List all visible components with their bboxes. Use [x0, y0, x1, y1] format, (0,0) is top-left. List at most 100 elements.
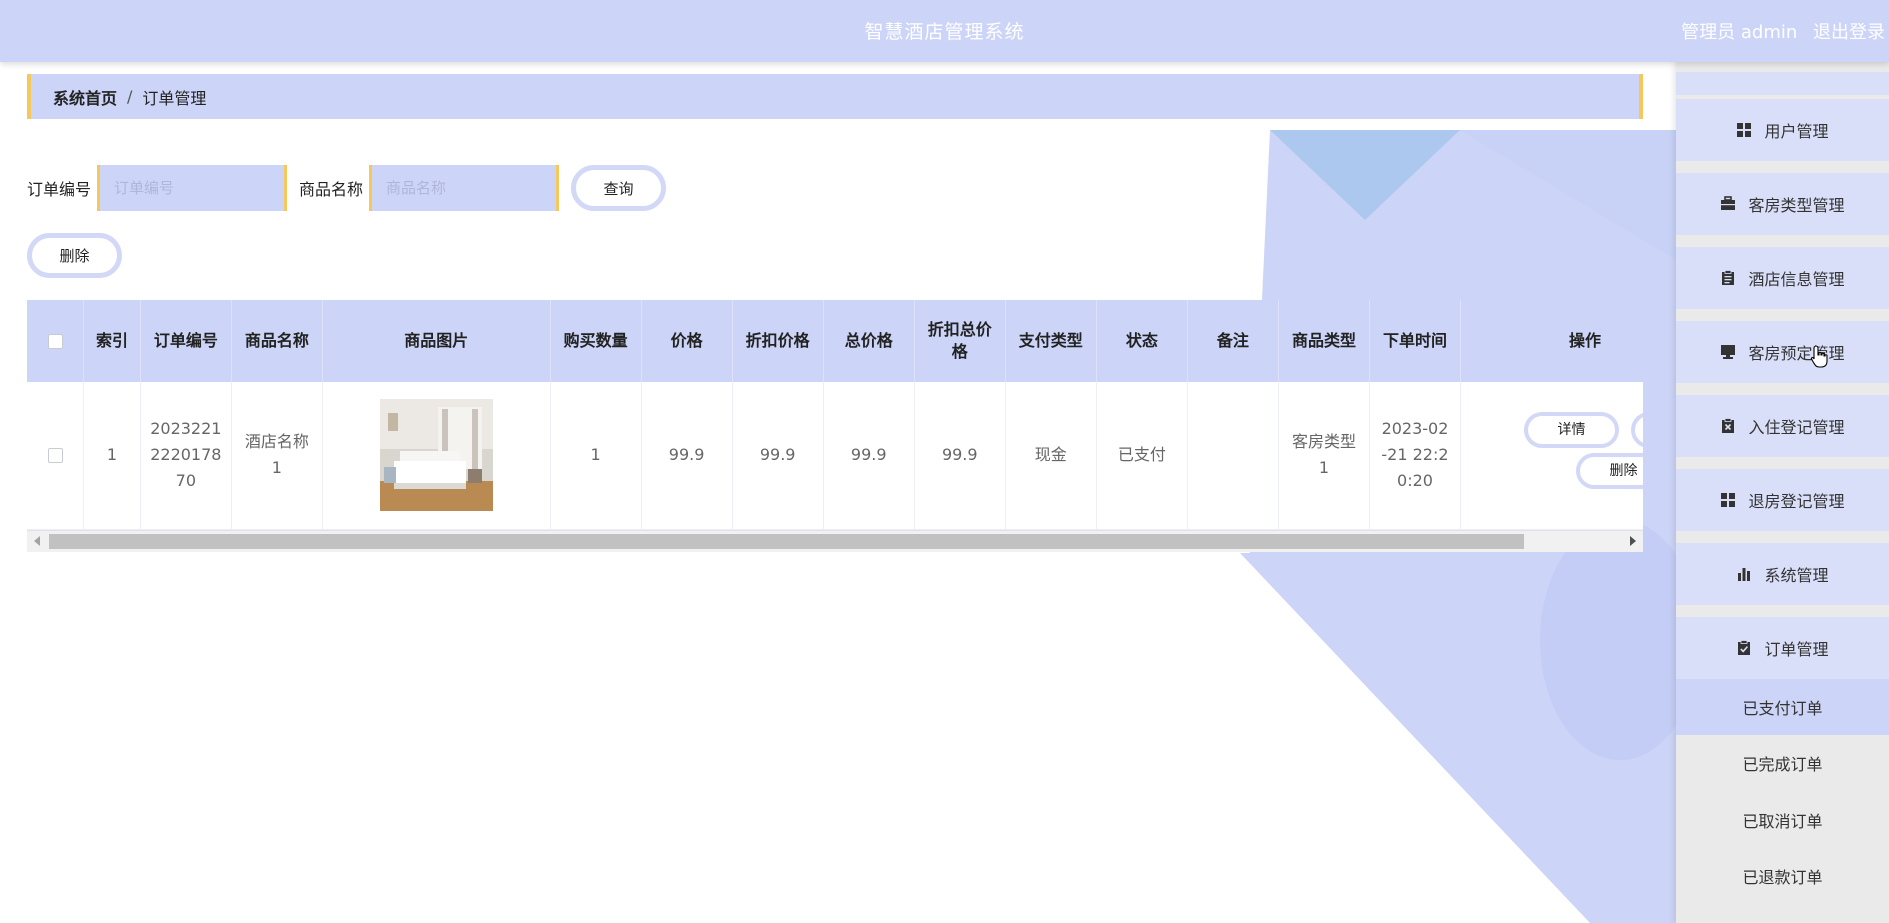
order-no-line: 2023221: [150, 419, 222, 439]
sidebar-item-label: 系统管理: [1764, 566, 1829, 585]
goods-type-line: 1: [1318, 458, 1330, 478]
cell-pay-type: 现金: [1005, 382, 1097, 530]
goods-name-line: 1: [271, 458, 282, 478]
sidebar-item-label: 客房类型管理: [1748, 196, 1845, 215]
sidebar-item-label: 入住登记管理: [1748, 418, 1845, 437]
breadcrumb: 系统首页 / 订单管理: [27, 74, 1643, 119]
sidebar-subitem-completed-orders[interactable]: 已完成订单: [1676, 735, 1889, 791]
order-table: 索引 订单编号 商品名称 商品图片 购买数量 价格 折扣价格 总价格 折扣总价格…: [27, 300, 1643, 530]
cell-discount-total: 99.9: [914, 382, 1006, 530]
table-row: 1 2023221 2220178 70 酒店名称 1 1 99.9 99.9 …: [27, 382, 1643, 530]
goods-name-input[interactable]: [369, 165, 560, 211]
user-area: 管理员 admin 退出登录: [1671, 18, 1885, 44]
col-header-pay-type: 支付类型: [1005, 300, 1097, 382]
clipboard-x-icon: [1722, 418, 1735, 433]
col-header-goods-type: 商品类型: [1278, 300, 1370, 382]
goods-name-line: 酒店名称: [244, 432, 309, 452]
scroll-right-arrow-icon[interactable]: [1630, 536, 1636, 546]
batch-delete-button[interactable]: 删除: [27, 233, 122, 278]
clipboard-icon: [1722, 270, 1735, 285]
cell-index: 1: [83, 382, 141, 530]
sidebar-item-user-management[interactable]: 用户管理: [1676, 99, 1889, 161]
select-all-header[interactable]: [27, 300, 85, 382]
horizontal-scrollbar[interactable]: [27, 530, 1643, 552]
sidebar-top-cap: [1676, 72, 1889, 95]
cell-discount-price: 99.9: [732, 382, 824, 530]
hotel-room-image: [379, 399, 493, 512]
col-header-price: 价格: [641, 300, 733, 382]
sidebar-item-label: 退房登记管理: [1748, 492, 1845, 511]
query-button[interactable]: 查询: [571, 165, 667, 211]
cell-remark: [1187, 382, 1279, 530]
breadcrumb-current: 订单管理: [142, 88, 207, 108]
cell-price: 99.9: [641, 382, 733, 530]
sidebar-item-system[interactable]: 系统管理: [1676, 543, 1889, 605]
row-select-cell[interactable]: [27, 382, 85, 530]
search-form: 订单编号 商品名称 查询: [27, 165, 667, 211]
sidebar-item-checkout[interactable]: 退房登记管理: [1676, 469, 1889, 531]
bar-chart-icon: [1738, 568, 1751, 581]
col-header-actions: 操作: [1460, 300, 1643, 382]
top-header: 智慧酒店管理系统 管理员 admin 退出登录: [0, 0, 1889, 62]
cell-quantity: 1: [550, 382, 642, 530]
cell-order-time: 2023-02 -21 22:2 0:20: [1369, 382, 1462, 530]
row-delete-button[interactable]: 删除: [1576, 453, 1643, 489]
col-header-goods-name: 商品名称: [231, 300, 323, 382]
order-no-input[interactable]: [97, 165, 288, 211]
sidebar-item-hotel-info[interactable]: 酒店信息管理: [1676, 247, 1889, 309]
sidebar-subitem-cancelled-orders[interactable]: 已取消订单: [1676, 792, 1889, 848]
order-table-container: 索引 订单编号 商品名称 商品图片 购买数量 价格 折扣价格 总价格 折扣总价格…: [27, 300, 1643, 552]
clipboard-check-icon: [1738, 640, 1751, 655]
col-header-index: 索引: [83, 300, 141, 382]
sidebar-item-room-type[interactable]: 客房类型管理: [1676, 173, 1889, 235]
admin-label: 管理员 admin: [1681, 22, 1798, 43]
select-all-checkbox[interactable]: [47, 334, 63, 349]
order-time-line: 2023-02: [1381, 419, 1449, 439]
sidebar-item-label: 用户管理: [1764, 122, 1829, 141]
cell-status: 已支付: [1096, 382, 1188, 530]
cell-order-no: 2023221 2220178 70: [140, 382, 232, 530]
order-time-line: 0:20: [1397, 471, 1433, 491]
cell-goods-type: 客房类型 1: [1278, 382, 1370, 530]
briefcase-icon: [1721, 196, 1736, 210]
sidebar-subitem-paid-orders[interactable]: 已支付订单: [1676, 679, 1889, 735]
sidebar-item-label: 客房预定管理: [1748, 344, 1845, 363]
detail-button[interactable]: 详情: [1524, 412, 1620, 448]
col-header-discount-total: 折扣总价格: [914, 300, 1006, 382]
scrollbar-thumb[interactable]: [49, 534, 1524, 549]
breadcrumb-home[interactable]: 系统首页: [53, 85, 117, 109]
col-header-order-time: 下单时间: [1369, 300, 1462, 382]
cell-goods-name: 酒店名称 1: [231, 382, 323, 530]
order-time-line: -21 22:2: [1381, 445, 1449, 465]
breadcrumb-separator: /: [127, 87, 133, 106]
grid-icon: [1737, 123, 1752, 137]
order-no-line: 2220178: [150, 445, 222, 465]
sidebar-subitem-refunded-orders[interactable]: 已退款订单: [1676, 848, 1889, 904]
grid-icon: [1721, 493, 1736, 507]
sidebar-item-label: 酒店信息管理: [1748, 270, 1845, 289]
col-header-total-price: 总价格: [823, 300, 915, 382]
logout-link[interactable]: 退出登录: [1813, 22, 1885, 43]
sidebar-item-orders[interactable]: 订单管理: [1676, 617, 1889, 679]
col-header-status: 状态: [1096, 300, 1188, 382]
col-header-order-no: 订单编号: [140, 300, 232, 382]
goods-type-line: 客房类型: [1291, 432, 1356, 452]
cell-actions: 详情 删除: [1460, 382, 1643, 530]
sidebar-item-checkin[interactable]: 入住登记管理: [1676, 395, 1889, 457]
sidebar-item-label: 订单管理: [1764, 640, 1829, 659]
cell-goods-image: [322, 382, 551, 530]
sidebar-item-room-booking[interactable]: 客房预定管理: [1676, 321, 1889, 383]
order-no-label: 订单编号: [27, 180, 92, 199]
sidebar: 用户管理 客房类型管理 酒店信息管理 客房预定管理 入住登记管理 退房登记管理 …: [1676, 62, 1889, 923]
goods-name-label: 商品名称: [299, 180, 364, 199]
edit-button-partial[interactable]: [1631, 412, 1643, 448]
order-no-line: 70: [175, 471, 197, 491]
col-header-quantity: 购买数量: [550, 300, 642, 382]
row-checkbox[interactable]: [47, 448, 63, 464]
monitor-icon: [1721, 345, 1736, 359]
scroll-left-arrow-icon[interactable]: [34, 536, 40, 546]
table-header-row: 索引 订单编号 商品名称 商品图片 购买数量 价格 折扣价格 总价格 折扣总价格…: [27, 300, 1643, 382]
cell-total-price: 99.9: [823, 382, 915, 530]
col-header-discount-price: 折扣价格: [732, 300, 824, 382]
col-header-remark: 备注: [1187, 300, 1279, 382]
